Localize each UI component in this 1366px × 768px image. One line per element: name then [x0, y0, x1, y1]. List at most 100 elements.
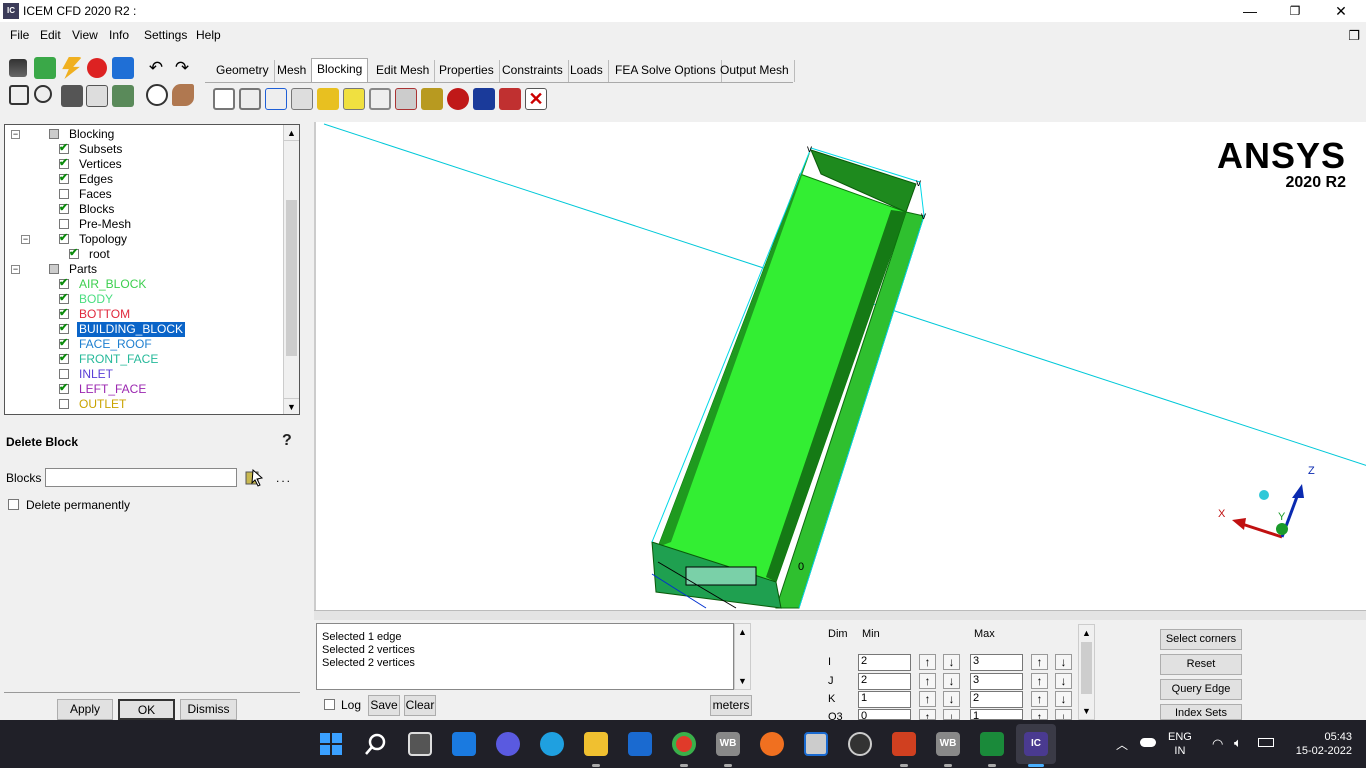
- tree-checkbox[interactable]: [59, 321, 69, 336]
- tree-checkbox[interactable]: [59, 369, 69, 379]
- max-index-field[interactable]: 3: [970, 654, 1023, 671]
- min-index-field[interactable]: 2: [858, 654, 911, 671]
- tree-item[interactable]: INLET: [5, 367, 283, 382]
- tab-output-mesh[interactable]: Output Mesh: [715, 60, 795, 82]
- tree-item[interactable]: Edges: [5, 171, 283, 187]
- tree-item[interactable]: BOTTOM: [5, 306, 283, 322]
- scroll-down-icon[interactable]: ▼: [1079, 703, 1094, 719]
- tree-scrollbar[interactable]: ▲ ▼: [283, 125, 299, 414]
- blocks-input[interactable]: [45, 468, 237, 487]
- menu-help[interactable]: Help: [196, 28, 221, 42]
- max-down-icon[interactable]: ↓: [1055, 654, 1072, 670]
- close-button[interactable]: ✕: [1318, 0, 1364, 22]
- tree-checkbox[interactable]: [59, 381, 69, 396]
- scroll-down-icon[interactable]: ▼: [284, 398, 299, 414]
- zoom-icon[interactable]: [34, 85, 52, 103]
- wireframe-icon[interactable]: [146, 84, 168, 106]
- mail-icon[interactable]: [628, 732, 652, 756]
- tab-mesh[interactable]: Mesh: [272, 60, 313, 82]
- icem-cfd-icon[interactable]: IC: [1024, 732, 1048, 756]
- min-up-icon[interactable]: ↑: [919, 691, 936, 707]
- max-down-icon[interactable]: ↓: [1055, 673, 1072, 689]
- max-down-icon[interactable]: ↓: [1055, 691, 1072, 707]
- tree-item[interactable]: Faces: [5, 187, 283, 202]
- max-index-field[interactable]: 1: [970, 709, 1023, 720]
- more-options[interactable]: ...: [276, 471, 292, 485]
- max-down-icon[interactable]: ↓: [1055, 709, 1072, 720]
- chat-icon[interactable]: [496, 732, 520, 756]
- tree-item[interactable]: − Topology: [5, 231, 283, 247]
- firefox-icon[interactable]: [760, 732, 784, 756]
- tree-item[interactable]: FACE_ROOF: [5, 336, 283, 352]
- distance-icon[interactable]: [86, 85, 108, 107]
- tree-checkbox[interactable]: [59, 306, 69, 321]
- select-corners-button[interactable]: Select corners: [1160, 629, 1242, 650]
- redo-icon[interactable]: ↷: [172, 59, 192, 77]
- move-vertex-icon[interactable]: [343, 88, 365, 110]
- dismiss-button[interactable]: Dismiss: [180, 699, 237, 720]
- tree-item[interactable]: root: [5, 246, 283, 262]
- reset-button[interactable]: Reset: [1160, 654, 1242, 675]
- tab-edit-mesh[interactable]: Edit Mesh: [371, 60, 436, 82]
- excel-icon[interactable]: [980, 732, 1004, 756]
- menu-view[interactable]: View: [72, 28, 98, 42]
- scroll-up-icon[interactable]: ▲: [284, 125, 299, 141]
- tree-item[interactable]: BODY: [5, 291, 283, 307]
- scroll-down-icon[interactable]: ▼: [735, 673, 750, 689]
- tree-collapse-icon[interactable]: −: [21, 235, 30, 244]
- min-down-icon[interactable]: ↓: [943, 654, 960, 670]
- edit-block-icon[interactable]: [291, 88, 313, 110]
- powerpoint-icon[interactable]: [892, 732, 916, 756]
- min-up-icon[interactable]: ↑: [919, 709, 936, 720]
- help-icon[interactable]: ?: [282, 432, 296, 450]
- menu-edit[interactable]: Edit: [40, 28, 61, 42]
- tree-checkbox[interactable]: [49, 264, 59, 274]
- tree-checkbox[interactable]: [59, 231, 69, 246]
- tree-checkbox[interactable]: [59, 141, 69, 156]
- max-up-icon[interactable]: ↑: [1031, 709, 1048, 720]
- transform-blocks-icon[interactable]: [369, 88, 391, 110]
- view-icon[interactable]: [112, 85, 134, 107]
- create-block-icon[interactable]: [213, 88, 235, 110]
- index-scrollbar[interactable]: ▲ ▼: [1078, 624, 1095, 720]
- pre-mesh-quality-icon[interactable]: [447, 88, 469, 110]
- tree-item[interactable]: − Parts: [5, 262, 283, 277]
- solid-icon[interactable]: [172, 84, 194, 106]
- tab-geometry[interactable]: Geometry: [211, 60, 275, 82]
- select-blocks-icon[interactable]: [243, 466, 265, 488]
- tab-fea-solve-options[interactable]: FEA Solve Options: [610, 60, 722, 82]
- tree-checkbox[interactable]: [59, 189, 69, 199]
- max-up-icon[interactable]: ↑: [1031, 691, 1048, 707]
- scroll-thumb[interactable]: [286, 200, 297, 356]
- min-up-icon[interactable]: ↑: [919, 673, 936, 689]
- min-down-icon[interactable]: ↓: [943, 673, 960, 689]
- tab-properties[interactable]: Properties: [434, 60, 500, 82]
- file-explorer-icon[interactable]: [584, 732, 608, 756]
- edit-edge-icon[interactable]: [395, 88, 417, 110]
- remote-desktop-icon[interactable]: [804, 732, 828, 756]
- tab-constraints[interactable]: Constraints: [497, 60, 569, 82]
- block-checks-icon[interactable]: [499, 88, 521, 110]
- tree-item[interactable]: AIR_BLOCK: [5, 276, 283, 292]
- min-down-icon[interactable]: ↓: [943, 709, 960, 720]
- tree-item[interactable]: − Blocking: [5, 127, 283, 142]
- scroll-up-icon[interactable]: ▲: [1079, 625, 1094, 641]
- pre-mesh-smooth-icon[interactable]: [473, 88, 495, 110]
- scroll-up-icon[interactable]: ▲: [735, 624, 750, 640]
- query-edge-button[interactable]: Query Edge: [1160, 679, 1242, 700]
- edge-browser-icon[interactable]: [540, 732, 564, 756]
- maximize-button[interactable]: ❐: [1272, 0, 1318, 22]
- delete-block-icon[interactable]: ✕: [525, 88, 547, 110]
- cloud-icon[interactable]: [1140, 738, 1156, 747]
- delete-permanently-checkbox[interactable]: [8, 499, 19, 510]
- pre-mesh-params-icon[interactable]: [421, 88, 443, 110]
- e-script-icon[interactable]: [112, 57, 134, 79]
- language-indicator[interactable]: ENG IN: [1168, 730, 1192, 758]
- workbench-icon[interactable]: WB: [716, 732, 740, 756]
- minimize-button[interactable]: —: [1227, 0, 1273, 22]
- start-icon[interactable]: [319, 732, 343, 756]
- index-sets-button[interactable]: Index Sets: [1160, 704, 1242, 720]
- graphics-viewport[interactable]: 0 v v v ANSYS 2020 R2 X Y Z: [314, 122, 1366, 610]
- tree-item[interactable]: Subsets: [5, 141, 283, 157]
- menu-info[interactable]: Info: [109, 28, 129, 42]
